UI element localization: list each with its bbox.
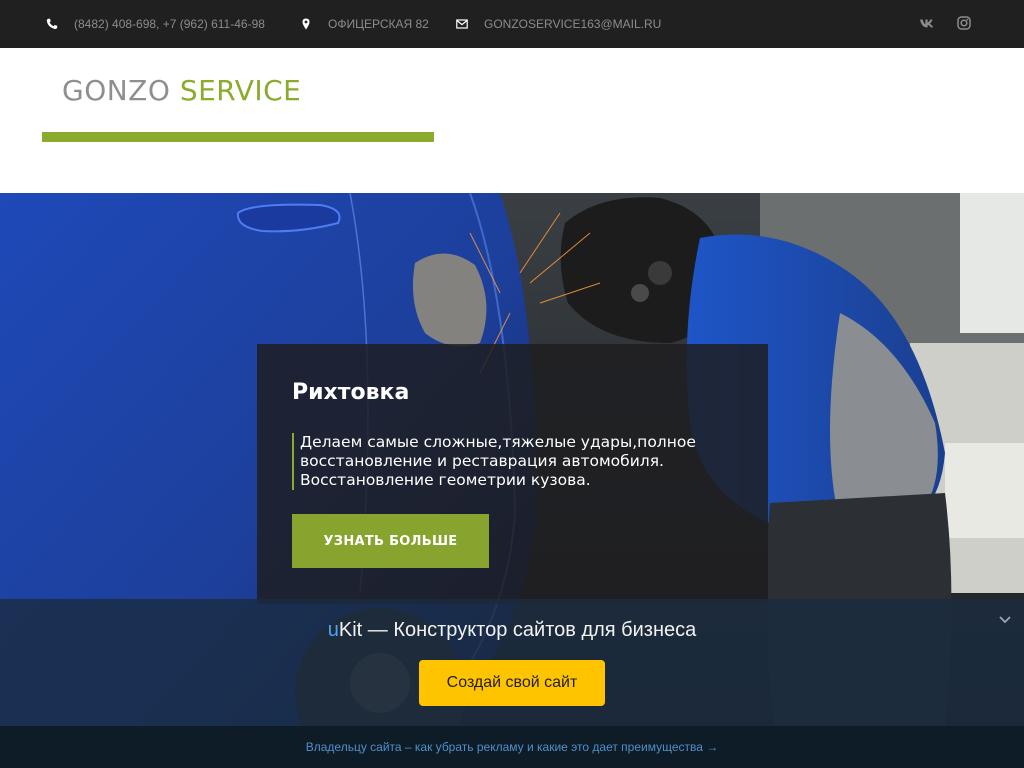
instagram-icon[interactable] [956,15,972,31]
top-bar: (8482) 408-698, +7 (962) 611-46-98 ОФИЦЕ… [0,0,1024,48]
site-header: GONZO SERVICE [0,48,1024,193]
ukit-promo-banner: uKit — Конструктор сайтов для бизнеса Со… [0,599,1024,726]
email-text: GONZOSERVICE163@MAIL.RU [484,17,662,31]
create-site-button[interactable]: Создай свой сайт [419,660,605,706]
vk-icon[interactable] [919,15,935,31]
chevron-down-icon[interactable] [997,611,1013,627]
contact-phone[interactable]: (8482) 408-698, +7 (962) 611-46-98 [46,0,265,48]
contact-address: ОФИЦЕРСКАЯ 82 [300,0,429,48]
remove-ads-link[interactable]: Владельцу сайта – как убрать рекламу и к… [0,740,1024,754]
learn-more-button[interactable]: УЗНАТЬ БОЛЬШЕ [292,514,489,568]
promo-title-rest: Kit — Конструктор сайтов для бизнеса [338,619,697,641]
hero-title: Рихтовка [292,380,410,405]
phone-text: (8482) 408-698, +7 (962) 611-46-98 [74,17,265,31]
promo-title-u: u [327,619,339,641]
site-logo[interactable]: GONZO SERVICE [62,74,301,107]
hero-card: Рихтовка Делаем самые сложные,тяжелые уд… [257,344,768,604]
logo-underline-bar [42,132,434,142]
phone-icon [46,18,58,30]
map-pin-icon [302,18,310,30]
logo-word-service: SERVICE [179,74,302,107]
logo-word-gonzo: GONZO [62,74,171,107]
promo-title: uKit — Конструктор сайтов для бизнеса [0,619,1024,642]
hero-description: Делаем самые сложные,тяжелые удары,полно… [292,433,712,490]
contact-email[interactable]: GONZOSERVICE163@MAIL.RU [456,0,661,48]
mail-icon [456,19,468,29]
address-text: ОФИЦЕРСКАЯ 82 [328,17,429,31]
promo-footer: Владельцу сайта – как убрать рекламу и к… [0,726,1024,768]
